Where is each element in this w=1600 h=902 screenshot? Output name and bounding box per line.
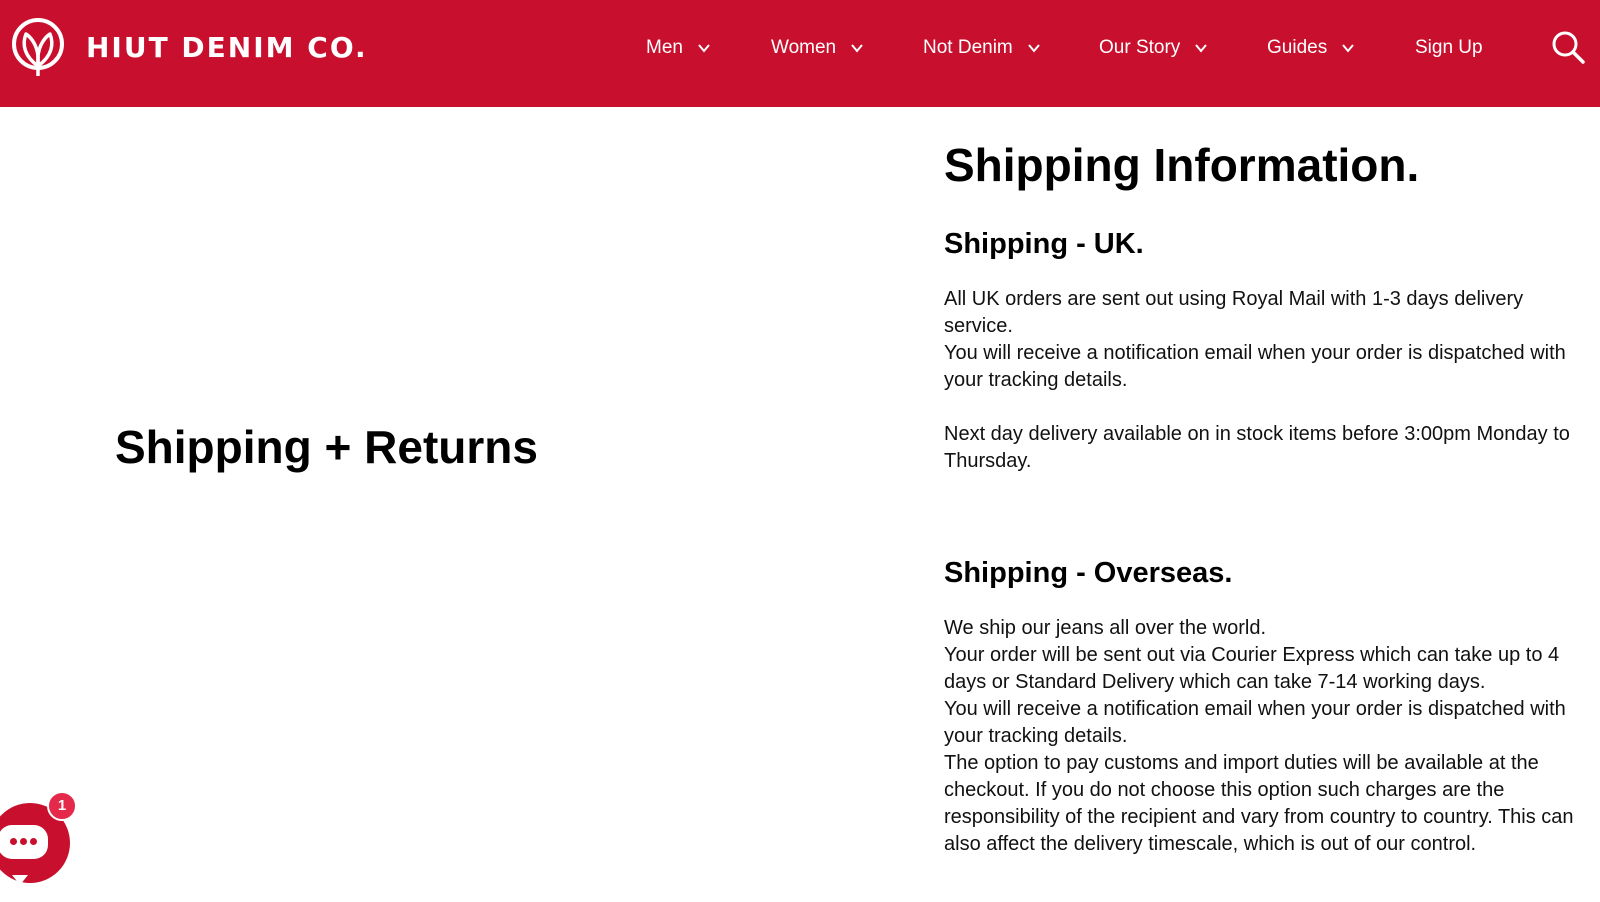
nav-item-guides[interactable]: Guides <box>1267 33 1355 63</box>
search-icon[interactable] <box>1550 29 1586 65</box>
uk-shipping-line <box>944 394 1594 421</box>
site-header: HIUT DENIM CO. Men Women Not Denim Our S… <box>0 0 1600 107</box>
nav-item-sign-up[interactable]: Sign Up <box>1415 33 1483 63</box>
nav-item-label: Our Story <box>1099 37 1181 58</box>
chat-bubble-icon <box>0 825 48 885</box>
uk-shipping-line: You will receive a notification email wh… <box>944 342 1566 391</box>
chevron-down-icon <box>1027 44 1040 53</box>
shipping-content: Shipping Information. Shipping - UK. All… <box>944 134 1594 858</box>
nav-item-our-story[interactable]: Our Story <box>1099 33 1208 63</box>
nav-item-men[interactable]: Men <box>646 33 711 63</box>
chevron-down-icon <box>1342 44 1354 53</box>
overseas-shipping-line: Your order will be sent out via Courier … <box>944 644 1560 693</box>
nav-item-label: Sign Up <box>1415 37 1483 58</box>
uk-shipping-body: All UK orders are sent out using Royal M… <box>944 286 1594 475</box>
chat-unread-badge: 1 <box>47 791 77 821</box>
nav-item-label: Women <box>771 37 837 58</box>
chevron-down-icon <box>698 44 710 53</box>
overseas-shipping-line: The option to pay customs and import dut… <box>944 752 1574 855</box>
uk-shipping-line: All UK orders are sent out using Royal M… <box>944 288 1524 337</box>
page-title: Shipping + Returns <box>115 421 538 473</box>
chat-dot <box>30 838 37 845</box>
uk-shipping-line: Next day delivery available on in stock … <box>944 423 1570 472</box>
chat-tail <box>12 875 28 885</box>
nav-item-label: Men <box>646 37 683 58</box>
overseas-shipping-body: We ship our jeans all over the world. Yo… <box>944 615 1594 858</box>
chat-dot <box>20 838 27 845</box>
nav-item-not-denim[interactable]: Not Denim <box>923 33 1041 63</box>
chevron-down-icon <box>1195 44 1208 53</box>
nav-item-label: Not Denim <box>923 37 1013 58</box>
overseas-shipping-line: We ship our jeans all over the world. <box>944 617 1267 639</box>
chevron-down-icon <box>851 44 863 53</box>
nav-item-label: Guides <box>1267 37 1328 58</box>
main-nav: Men Women Not Denim Our Story Guides Sig… <box>0 0 1600 96</box>
nav-item-women[interactable]: Women <box>771 33 864 63</box>
chat-dot <box>10 838 17 845</box>
overseas-shipping-heading: Shipping - Overseas. <box>944 557 1233 589</box>
overseas-shipping-line: You will receive a notification email wh… <box>944 698 1566 747</box>
shipping-info-heading: Shipping Information. <box>944 139 1420 191</box>
uk-shipping-heading: Shipping - UK. <box>944 228 1144 260</box>
